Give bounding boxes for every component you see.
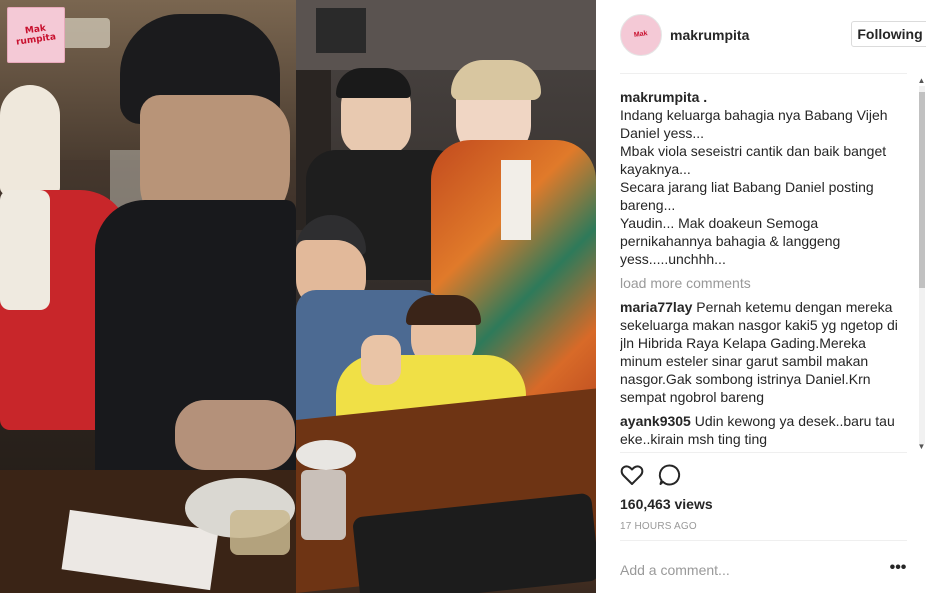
ceiling-lamp: [60, 18, 110, 48]
glass: [230, 510, 290, 555]
load-more-comments-link[interactable]: load more comments: [620, 274, 902, 292]
more-options-icon[interactable]: •••: [889, 560, 907, 579]
photo-left-panel: Mak rumpita: [0, 0, 296, 593]
comment-username[interactable]: maria77lay: [620, 299, 692, 315]
hand: [175, 400, 295, 470]
wall-frame: [316, 8, 366, 53]
water-glass: [301, 470, 346, 540]
action-bar: [618, 461, 698, 489]
comment-item: ayank9305 Udin kewong ya desek..baru tau…: [620, 412, 902, 448]
avatar[interactable]: Mak: [620, 14, 662, 56]
small-plate: [296, 440, 356, 470]
header-username[interactable]: makrumpita: [670, 27, 749, 43]
header-divider: [620, 73, 907, 74]
caption-username[interactable]: makrumpita .: [620, 89, 707, 105]
caption-text: Indang keluarga bahagia nya Babang Vijeh…: [620, 107, 888, 267]
heart-icon[interactable]: [618, 461, 646, 489]
scroll-up-arrow-icon[interactable]: ▲: [917, 76, 926, 85]
caption: makrumpita . Indang keluarga bahagia nya…: [620, 88, 902, 268]
comment-username[interactable]: ayank9305: [620, 413, 691, 429]
post-header: Mak makrumpita Following: [620, 14, 926, 58]
post-media[interactable]: Mak rumpita: [0, 0, 596, 593]
man-standing-hair: [336, 68, 411, 98]
post-timestamp[interactable]: 17 HOURS AGO: [620, 521, 697, 532]
comments-scrollbar[interactable]: ▲ ▼: [917, 76, 926, 454]
watermark-logo: Mak rumpita: [7, 7, 65, 63]
woman-hair: [451, 60, 541, 100]
input-divider: [620, 540, 907, 541]
comment-item: maria77lay Pernah ketemu dengan mereka s…: [620, 298, 902, 406]
post-sidebar: Mak makrumpita Following makrumpita . In…: [596, 0, 926, 593]
white-scarf: [0, 190, 50, 310]
photo-right-panel: [296, 0, 596, 593]
child-hand: [361, 335, 401, 385]
woman-face: [0, 85, 60, 195]
comments-divider: [620, 452, 907, 453]
white-top: [501, 160, 531, 240]
comments-list: makrumpita . Indang keluarga bahagia nya…: [620, 88, 902, 450]
scroll-thumb[interactable]: [919, 92, 925, 288]
scroll-down-arrow-icon[interactable]: ▼: [917, 442, 926, 451]
child-hair: [406, 295, 481, 325]
comment-icon[interactable]: [656, 461, 684, 489]
add-comment-input[interactable]: [620, 560, 870, 580]
following-button[interactable]: Following: [851, 21, 926, 47]
views-count[interactable]: 160,463 views: [620, 496, 713, 512]
